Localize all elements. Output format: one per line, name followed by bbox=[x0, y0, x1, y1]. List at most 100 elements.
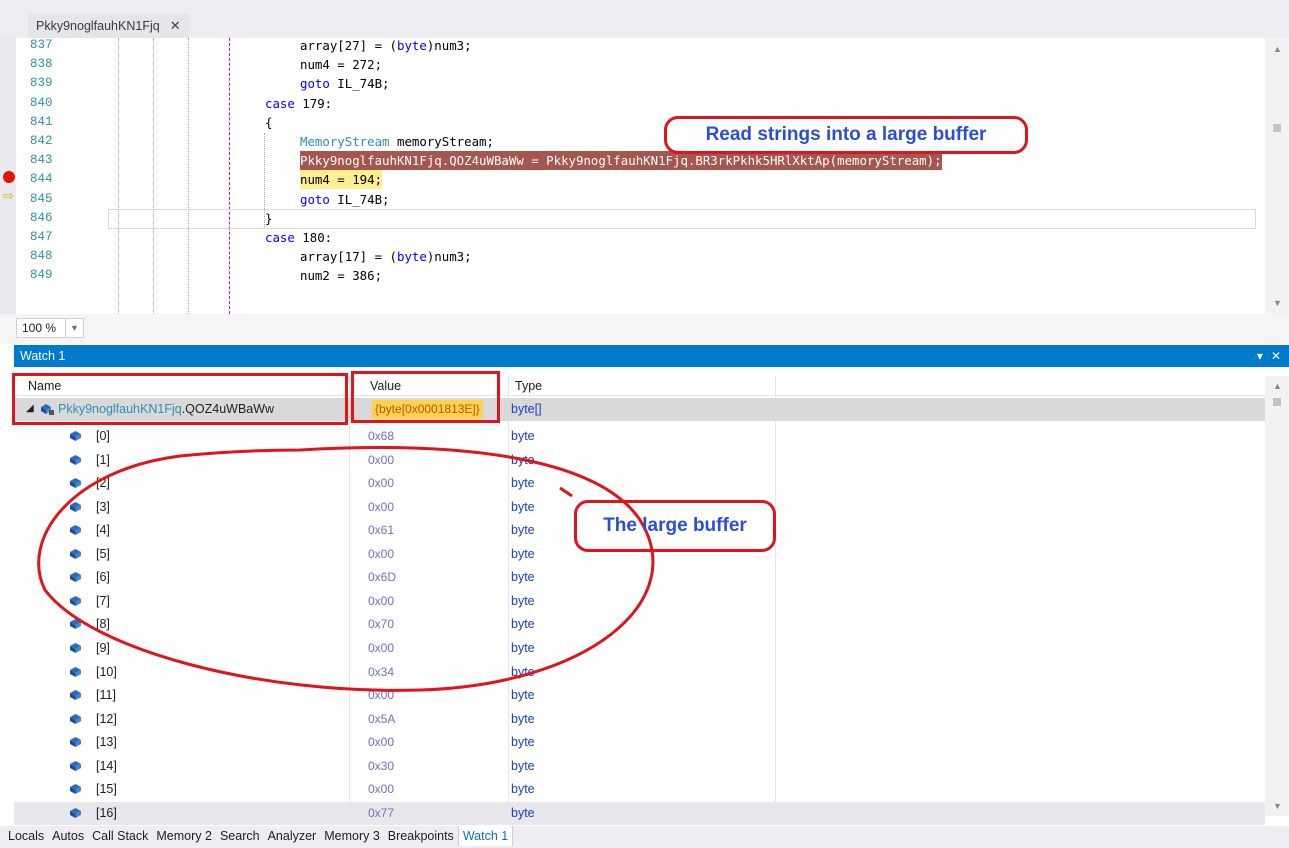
watch-item-name: [14] bbox=[96, 758, 117, 773]
code-line[interactable]: 847 case 180: bbox=[0, 228, 1265, 247]
watch-item-value[interactable]: 0x70 bbox=[368, 613, 394, 635]
code-line[interactable]: 838 num4 = 272; bbox=[0, 55, 1265, 74]
watch-item-type: byte bbox=[511, 664, 535, 679]
breakpoint-icon[interactable] bbox=[3, 171, 15, 183]
tab-autos[interactable]: Autos bbox=[48, 826, 88, 846]
scrollbar-thumb[interactable] bbox=[1273, 398, 1281, 406]
watch-item-row[interactable]: [16] 0x77 byte bbox=[14, 801, 1265, 825]
watch-item-type: byte bbox=[511, 429, 535, 443]
watch-item-row[interactable]: [2] 0x00 byte bbox=[14, 472, 1265, 495]
field-icon bbox=[70, 595, 81, 606]
code-line[interactable]: 843 Pkky9noglfauhKN1Fjq.QOZ4uWBaWw = Pkky… bbox=[0, 151, 1265, 171]
watch-item-row[interactable]: [9] 0x00 byte bbox=[14, 637, 1265, 660]
window-options-icon[interactable]: ▾ bbox=[1257, 349, 1263, 363]
line-number: 841 bbox=[30, 114, 53, 129]
field-icon bbox=[70, 619, 81, 630]
code-editor[interactable]: 837 array[27] = (byte)num3; 838 num4 = 272;… bbox=[0, 38, 1289, 314]
line-number: 838 bbox=[30, 57, 53, 72]
watch-item-value[interactable]: 0x00 bbox=[368, 778, 394, 800]
tab-memory-3[interactable]: Memory 3 bbox=[320, 826, 384, 846]
tab-memory-2[interactable]: Memory 2 bbox=[152, 826, 216, 846]
watch-item-value[interactable]: 0x77 bbox=[368, 802, 394, 824]
field-icon bbox=[70, 431, 81, 441]
tab-watch-1[interactable]: Watch 1 bbox=[457, 826, 514, 846]
watch-item-name: [13] bbox=[96, 735, 117, 750]
zoom-dropdown[interactable]: 100 % ▼ bbox=[16, 318, 84, 338]
close-icon[interactable]: ✕ bbox=[1271, 349, 1281, 363]
watch-window-title-bar: Watch 1 ▾ ✕ bbox=[14, 345, 1289, 367]
code-line[interactable]: 844 num4 = 194; bbox=[0, 170, 1265, 190]
code-line[interactable]: 837 array[27] = (byte)num3; bbox=[0, 38, 1265, 55]
watch-item-value[interactable]: 0x30 bbox=[368, 755, 394, 777]
document-tab-title: Pkky9noglfauhKN1Fjq bbox=[36, 19, 160, 33]
watch-item-row[interactable]: [11] 0x00 byte bbox=[14, 684, 1265, 707]
watch-item-value[interactable]: 0x6D bbox=[368, 566, 396, 588]
code-line[interactable]: 845 goto IL_74B; bbox=[0, 190, 1265, 209]
tab-analyzer[interactable]: Analyzer bbox=[264, 826, 321, 846]
watch-item-value[interactable]: 0x00 bbox=[368, 472, 394, 494]
tab-search[interactable]: Search bbox=[216, 826, 264, 846]
scroll-down-icon[interactable]: ▼ bbox=[1273, 298, 1282, 308]
watch-item-name: [4] bbox=[96, 523, 110, 538]
watch-item-row[interactable]: [14] 0x30 byte bbox=[14, 755, 1265, 778]
scroll-up-icon[interactable]: ▲ bbox=[1273, 44, 1282, 54]
field-icon bbox=[70, 454, 81, 465]
watch-item-row[interactable]: [1] 0x00 byte bbox=[14, 449, 1265, 472]
watch-item-type: byte bbox=[511, 782, 535, 797]
field-icon bbox=[70, 807, 81, 818]
watch-item-value[interactable]: 0x00 bbox=[368, 684, 394, 706]
watch-item-row[interactable]: [12] 0x5A byte bbox=[14, 708, 1265, 731]
code-line[interactable]: 842 MemoryStream memoryStream; bbox=[0, 132, 1265, 151]
watch-item-row[interactable]: [15] 0x00 byte bbox=[14, 778, 1265, 801]
scroll-up-icon[interactable]: ▲ bbox=[1273, 381, 1282, 391]
watch-item-value[interactable]: 0x34 bbox=[368, 661, 394, 683]
code-text: goto IL_74B; bbox=[300, 76, 390, 92]
tab-call-stack[interactable]: Call Stack bbox=[88, 826, 152, 846]
tab-breakpoints[interactable]: Breakpoints bbox=[384, 826, 458, 846]
chevron-down-icon[interactable]: ▼ bbox=[65, 319, 83, 337]
watch-item-row[interactable]: [10] 0x34 byte bbox=[14, 661, 1265, 684]
watch-item-value[interactable]: 0x68 bbox=[368, 425, 394, 447]
watch-item-row[interactable]: [7] 0x00 byte bbox=[14, 590, 1265, 613]
watch-item-value[interactable]: 0x61 bbox=[368, 519, 394, 541]
code-line[interactable]: 841 { bbox=[0, 113, 1265, 132]
watch-item-value[interactable]: 0x00 bbox=[368, 496, 394, 518]
code-line[interactable]: 840 case 179: bbox=[0, 94, 1265, 113]
annotation-text: Read strings into a large buffer bbox=[705, 124, 987, 145]
watch-item-row[interactable]: [8] 0x70 byte bbox=[14, 613, 1265, 636]
scroll-down-icon[interactable]: ▼ bbox=[1273, 801, 1282, 811]
watch-item-row[interactable]: [6] 0x6D byte bbox=[14, 566, 1265, 589]
watch-item-type: byte bbox=[511, 546, 535, 561]
annotation-box-value bbox=[351, 371, 500, 423]
current-statement-arrow-icon: ⇨ bbox=[3, 188, 14, 203]
watch-vertical-scrollbar[interactable]: ▲ ▼ bbox=[1265, 376, 1289, 816]
watch-item-value[interactable]: 0x00 bbox=[368, 590, 394, 612]
tab-locals[interactable]: Locals bbox=[4, 826, 48, 846]
close-icon[interactable]: ✕ bbox=[170, 18, 181, 34]
field-icon bbox=[70, 760, 81, 771]
field-icon bbox=[70, 666, 81, 677]
editor-vertical-scrollbar[interactable]: ▲ ▼ bbox=[1265, 38, 1289, 314]
watch-item-row[interactable]: [0] 0x68 byte bbox=[14, 425, 1265, 448]
code-line[interactable]: 839 goto IL_74B; bbox=[0, 74, 1265, 93]
line-number: 848 bbox=[30, 249, 53, 264]
scrollbar-thumb[interactable] bbox=[1273, 124, 1281, 132]
watch-item-value[interactable]: 0x5A bbox=[368, 708, 395, 730]
code-line[interactable]: 846} bbox=[0, 209, 1265, 228]
watch-item-type: byte bbox=[511, 476, 535, 491]
watch-item-value[interactable]: 0x00 bbox=[368, 731, 394, 753]
code-text: array[17] = (byte)num3; bbox=[300, 249, 472, 265]
column-header-type[interactable]: Type bbox=[515, 376, 542, 396]
code-line[interactable]: 849 num2 = 386; bbox=[0, 266, 1265, 285]
watch-root-type: byte[] bbox=[511, 402, 542, 416]
watch-item-type: byte bbox=[511, 593, 535, 608]
watch-item-value[interactable]: 0x00 bbox=[368, 449, 394, 471]
document-tab[interactable]: Pkky9noglfauhKN1Fjq ✕ bbox=[28, 14, 189, 38]
watch-item-value[interactable]: 0x00 bbox=[368, 543, 394, 565]
code-line[interactable]: 848 array[17] = (byte)num3; bbox=[0, 247, 1265, 266]
line-number: 837 bbox=[30, 38, 53, 52]
watch-item-name: [1] bbox=[96, 452, 110, 467]
editor-status-bar: 100 % ▼ bbox=[0, 314, 1289, 344]
watch-item-row[interactable]: [13] 0x00 byte bbox=[14, 731, 1265, 754]
watch-item-value[interactable]: 0x00 bbox=[368, 637, 394, 659]
